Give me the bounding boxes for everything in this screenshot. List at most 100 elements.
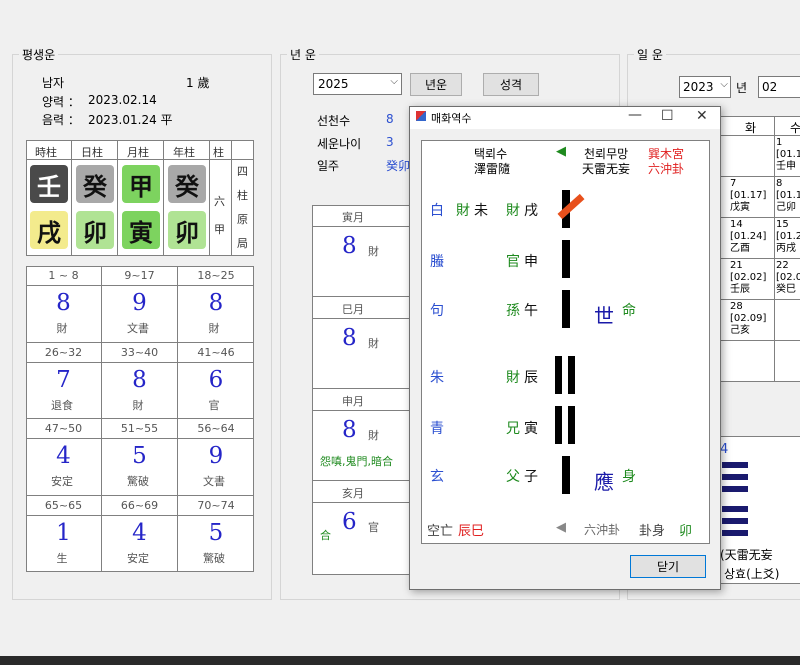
month-extra: 怨嗔,鬼門,暗合 bbox=[320, 455, 393, 468]
age-number: 5 bbox=[132, 443, 147, 469]
chevron-down-icon: ⌵ bbox=[720, 79, 728, 90]
personality-button[interactable]: 성격 bbox=[483, 73, 539, 96]
earthly-branch: 子 bbox=[524, 469, 538, 485]
innate-number-label: 선천수 bbox=[317, 114, 351, 128]
line-marker: 應 bbox=[594, 470, 614, 494]
hexagram-name: (天雷无妄 bbox=[720, 548, 773, 562]
year-fortune-button[interactable]: 년운 bbox=[410, 73, 462, 96]
month-label: 官 bbox=[368, 521, 379, 534]
close-button[interactable]: 닫기 bbox=[630, 555, 706, 578]
branch-hour: 戌 bbox=[30, 211, 68, 249]
age-label: 安定 bbox=[51, 475, 73, 488]
stem-day: 癸 bbox=[76, 165, 114, 203]
age-label: 財 bbox=[56, 322, 68, 335]
month-name: 巳月 bbox=[342, 303, 364, 316]
calendar-day-cell[interactable]: 22 [02.0 癸巳 bbox=[776, 260, 800, 298]
age-cell: 56~64 9 文書 bbox=[178, 419, 254, 496]
six-relation: 父 bbox=[506, 469, 520, 485]
innate-number-value: 8 bbox=[386, 112, 394, 126]
calendar-day-ganzhi: 戊寅 bbox=[730, 202, 750, 213]
calendar-day-ganzhi: 壬辰 bbox=[730, 284, 750, 295]
age-cell: 9~17 9 文書 bbox=[102, 266, 178, 343]
hexagram-line-6 bbox=[722, 462, 748, 468]
age-range: 56~64 bbox=[197, 422, 235, 435]
pillar-divider-1 bbox=[71, 140, 72, 256]
chevron-down-icon: ⌵ bbox=[390, 76, 398, 87]
age-range: 9~17 bbox=[124, 269, 155, 282]
age-label: 驚破 bbox=[127, 475, 149, 488]
six-beast: 螣 bbox=[430, 254, 444, 270]
age-cell: 47~50 4 安定 bbox=[26, 419, 102, 496]
age-cell: 51~55 5 驚破 bbox=[102, 419, 178, 496]
close-icon[interactable]: ✕ bbox=[696, 108, 708, 124]
line-marker-sub: 身 bbox=[622, 469, 636, 485]
pillar-divider-3 bbox=[163, 140, 164, 256]
calendar-row-divider bbox=[720, 176, 800, 177]
calendar-row-divider bbox=[720, 299, 800, 300]
age-range: 18~25 bbox=[197, 269, 235, 282]
yao-bar-2a bbox=[555, 406, 562, 444]
calendar-day-cell[interactable]: 14 [01.24] 乙酉 bbox=[730, 219, 774, 257]
age-cell: 65~65 1 生 bbox=[26, 495, 102, 572]
void-label: 空亡 bbox=[427, 524, 454, 539]
calendar-day-cell[interactable]: 21 [02.02] 壬辰 bbox=[730, 260, 774, 298]
month-name: 亥月 bbox=[342, 487, 364, 500]
calendar-day-ganzhi: 壬申 bbox=[776, 161, 796, 172]
hidden-branch: 未 bbox=[474, 203, 488, 219]
month-name: 寅月 bbox=[342, 211, 364, 224]
age-number: 9 bbox=[208, 443, 224, 469]
day-year-select[interactable]: 2023 ⌵ bbox=[679, 76, 731, 98]
yao-bar-3a bbox=[555, 356, 562, 394]
solar-date-label: 양력 ： bbox=[42, 95, 80, 109]
month-cell: 寅月 8 財 bbox=[312, 205, 412, 297]
pillar-header-year: 年柱 bbox=[173, 146, 195, 159]
age-range: 33~40 bbox=[120, 345, 159, 359]
calendar-day-cell[interactable]: 15 [01.2 丙戌 bbox=[776, 219, 800, 257]
hidden-relation: 財 bbox=[456, 203, 470, 219]
day-year-select-value: 2023 bbox=[683, 80, 714, 94]
minimize-icon[interactable]: — bbox=[628, 107, 642, 123]
yao-bar-2b bbox=[568, 406, 575, 444]
line-marker-sub: 命 bbox=[622, 303, 636, 319]
calendar-day-cell[interactable]: 28 [02.09] 己亥 bbox=[730, 301, 774, 339]
six-beast: 朱 bbox=[430, 370, 444, 386]
pillar-header-day: 日柱 bbox=[81, 146, 103, 159]
calendar-lunar-date: [01.2 bbox=[776, 231, 800, 242]
month-number: 8 bbox=[342, 417, 357, 443]
day-month-select[interactable]: 02 bbox=[758, 76, 800, 98]
calendar-day-cell[interactable]: 7 [01.17] 戊寅 bbox=[730, 178, 774, 216]
age-number: 8 bbox=[208, 290, 224, 316]
hexagram-line-label: 상효(上爻) bbox=[724, 567, 780, 581]
maximize-icon[interactable]: ☐ bbox=[661, 108, 674, 124]
calendar-day-ganzhi: 乙酉 bbox=[730, 243, 750, 254]
yao-bar-3b bbox=[568, 356, 575, 394]
four-pillar-label: 四柱原局 bbox=[237, 165, 248, 250]
calendar-lunar-date: [02.09] bbox=[730, 313, 767, 324]
calendar-day-number: 7 bbox=[730, 178, 737, 189]
age-label: 驚破 bbox=[203, 551, 225, 565]
age-number: 1 bbox=[56, 519, 71, 546]
calendar-day-ganzhi: 丙戌 bbox=[776, 243, 796, 254]
month-label: 財 bbox=[368, 337, 379, 350]
hexagram-line-3 bbox=[722, 506, 748, 512]
calendar-day-number: 22 bbox=[776, 260, 789, 271]
month-number: 6 bbox=[342, 509, 357, 535]
earthly-branch: 申 bbox=[524, 254, 538, 270]
hexagram-line-5 bbox=[722, 474, 748, 480]
solar-date-value: 2023.02.14 bbox=[88, 93, 157, 107]
month-number: 8 bbox=[342, 325, 357, 351]
age-number: 8 bbox=[56, 290, 71, 316]
calendar-day-cell[interactable]: 8 [01.1 己卯 bbox=[776, 178, 800, 216]
calendar-day-number: 15 bbox=[776, 219, 789, 230]
age-label: 退食 bbox=[51, 398, 73, 412]
original-hexagram-hanja: 澤雷隨 bbox=[474, 162, 511, 176]
year-age-value: 3 bbox=[386, 135, 394, 149]
age-range: 70~74 bbox=[197, 498, 235, 512]
age-range: 26~32 bbox=[44, 345, 83, 359]
calendar-row-divider bbox=[720, 258, 800, 259]
age-range: 66~69 bbox=[120, 498, 159, 512]
calendar-day-cell[interactable]: 1 [01.1 壬申 bbox=[776, 137, 800, 175]
year-select[interactable]: 2025 ⌵ bbox=[313, 73, 402, 95]
pillar-divider-4 bbox=[209, 140, 210, 256]
age-label: 財 bbox=[208, 322, 220, 335]
